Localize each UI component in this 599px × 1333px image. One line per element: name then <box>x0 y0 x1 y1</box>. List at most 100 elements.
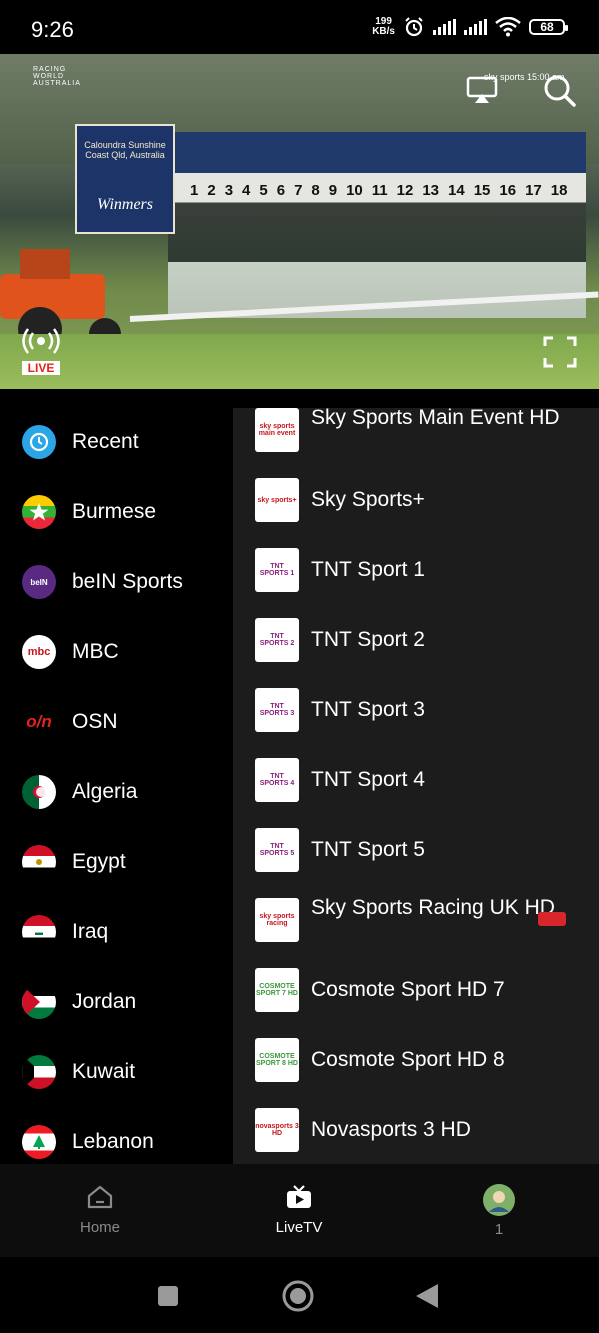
channel-name: TNT Sport 2 <box>311 628 425 651</box>
network-speed: 199 KB/s <box>372 17 395 37</box>
video-player[interactable]: 1 2 3 4 5 6 7 8 9 10 11 12 13 14 15 16 17 18 Caloundra Su… <box>0 54 599 389</box>
signal-icon <box>433 19 456 35</box>
channel-item[interactable]: TNT SPORTS 3 TNT Sport 3 <box>233 688 599 758</box>
category-egypt[interactable]: Egypt <box>0 827 233 897</box>
stall-number: 10 <box>346 182 363 199</box>
category-algeria[interactable]: Algeria <box>0 757 233 827</box>
category-label: MBC <box>72 640 119 663</box>
wifi-icon <box>495 17 521 37</box>
channel-name: TNT Sport 3 <box>311 698 425 721</box>
category-label: Lebanon <box>72 1130 154 1153</box>
channel-logo: TNT SPORTS 2 <box>255 618 299 662</box>
banner-location: Caloundra Sunshine Coast Qld, Australia <box>84 140 166 160</box>
category-jordan[interactable]: Jordan <box>0 967 233 1037</box>
stall-number: 17 <box>525 182 542 199</box>
channel-item[interactable]: novasports 3 HD Novasports 3 HD <box>233 1108 599 1164</box>
category-label: Egypt <box>72 850 126 873</box>
category-bein-sports[interactable]: beIN beIN Sports <box>0 547 233 617</box>
channel-logo-text: TNT SPORTS 5 <box>259 843 295 857</box>
stall-number: 7 <box>294 182 303 199</box>
channel-name: TNT Sport 1 <box>311 558 425 581</box>
channel-logo-text: TNT SPORTS 2 <box>259 633 295 647</box>
category-kuwait[interactable]: Kuwait <box>0 1037 233 1107</box>
category-label: Burmese <box>72 500 157 523</box>
category-mbc[interactable]: mbc MBC <box>0 617 233 687</box>
channel-logo: sky sports main event <box>255 408 299 452</box>
channel-logo: sky sports+ <box>255 478 299 522</box>
stall-number: 18 <box>550 182 568 199</box>
stall-number: 4 <box>242 182 251 199</box>
stall-numbers: 1 2 3 4 5 6 7 8 9 10 11 12 13 14 15 16 17 18 <box>190 182 567 199</box>
battery-icon: 68 <box>529 19 568 35</box>
channel-logo-text: TNT SPORTS 1 <box>259 563 295 577</box>
stall-number: 8 <box>311 182 320 199</box>
category-osn[interactable]: o/n OSN <box>0 687 233 757</box>
stall-number: 3 <box>224 182 234 199</box>
channel-logo: TNT SPORTS 3 <box>255 688 299 732</box>
category-label: Jordan <box>72 990 137 1013</box>
channel-logo-text: TNT SPORTS 4 <box>259 773 295 787</box>
nav-livetv-label: LiveTV <box>275 1219 323 1236</box>
stall-number: 6 <box>276 182 286 199</box>
channel-item[interactable]: sky sports racing Sky Sports Racing UK H… <box>233 896 599 968</box>
channel-item[interactable]: TNT SPORTS 4 TNT Sport 4 <box>233 758 599 828</box>
racetrack-grass <box>0 334 599 389</box>
kuwait-flag-icon <box>22 1055 56 1089</box>
jordan-flag-icon <box>22 985 56 1019</box>
nav-profile[interactable]: 1 <box>439 1184 559 1238</box>
stall-number: 12 <box>396 182 414 199</box>
channel-item[interactable]: TNT SPORTS 2 TNT Sport 2 <box>233 618 599 688</box>
lebanon-flag-icon <box>22 1125 56 1159</box>
fullscreen-icon[interactable] <box>543 336 577 368</box>
battery-level: 68 <box>540 20 554 34</box>
category-label: Recent <box>72 430 139 453</box>
channel-list[interactable]: sky sports main event Sky Sports Main Ev… <box>233 408 599 1164</box>
status-time: 9:26 <box>31 17 74 42</box>
stall-number: 16 <box>499 182 517 199</box>
signal-icon-2 <box>464 19 487 35</box>
channel-item[interactable]: TNT SPORTS 5 TNT Sport 5 <box>233 828 599 898</box>
nav-livetv[interactable]: LiveTV <box>239 1184 359 1236</box>
channel-name: Sky Sports Main Event HD <box>311 408 560 429</box>
stall-number: 9 <box>328 182 338 199</box>
category-iraq[interactable]: ▬ Iraq <box>0 897 233 967</box>
category-list[interactable]: Recent Burmese beIN beIN Sports mbc MBC … <box>0 389 233 1164</box>
banner-brand: Winmers <box>97 196 153 213</box>
channel-item[interactable]: TNT SPORTS 1 TNT Sport 1 <box>233 548 599 618</box>
myanmar-flag-icon <box>22 495 56 529</box>
channel-item[interactable]: COSMOTE SPORT 8 HD Cosmote Sport HD 8 <box>233 1038 599 1108</box>
home-icon <box>87 1185 113 1209</box>
channel-item[interactable]: sky sports+ Sky Sports+ <box>233 478 599 548</box>
channel-logo: COSMOTE SPORT 7 HD <box>255 968 299 1012</box>
channel-item[interactable]: COSMOTE SPORT 7 HD Cosmote Sport HD 7 <box>233 968 599 1038</box>
channel-logo: sky sports racing <box>255 898 299 942</box>
channel-logo: TNT SPORTS 5 <box>255 828 299 872</box>
livetv-icon <box>287 1185 311 1208</box>
iraq-flag-icon: ▬ <box>22 915 56 949</box>
channel-item[interactable]: sky sports main event Sky Sports Main Ev… <box>233 408 599 478</box>
category-burmese[interactable]: Burmese <box>0 477 233 547</box>
recent-icon <box>22 425 56 459</box>
back-button-icon[interactable] <box>414 1282 440 1310</box>
stall-number: 13 <box>422 182 440 199</box>
stall-number: 2 <box>207 182 216 199</box>
category-recent[interactable]: Recent <box>0 407 233 477</box>
category-lebanon[interactable]: Lebanon <box>0 1107 233 1164</box>
search-icon[interactable] <box>543 74 577 108</box>
algeria-flag-icon <box>22 775 56 809</box>
stall-number: 11 <box>371 182 388 199</box>
system-navigation-bar <box>0 1257 599 1333</box>
channel-name: Sky Sports+ <box>311 488 425 511</box>
category-label: Iraq <box>72 920 109 943</box>
channel-logo-text: sky sports racing <box>259 913 295 927</box>
bein-sports-icon: beIN <box>22 565 56 599</box>
cast-icon[interactable] <box>466 76 498 104</box>
starting-gates <box>168 132 586 318</box>
channel-name: Cosmote Sport HD 7 <box>311 978 505 1001</box>
avatar <box>483 1184 515 1216</box>
recents-button-icon[interactable] <box>156 1284 180 1308</box>
nav-home[interactable]: Home <box>40 1184 160 1236</box>
channel-name: Novasports 3 HD <box>311 1118 471 1141</box>
home-button-icon[interactable] <box>281 1279 315 1313</box>
stall-number: 1 <box>190 182 199 199</box>
